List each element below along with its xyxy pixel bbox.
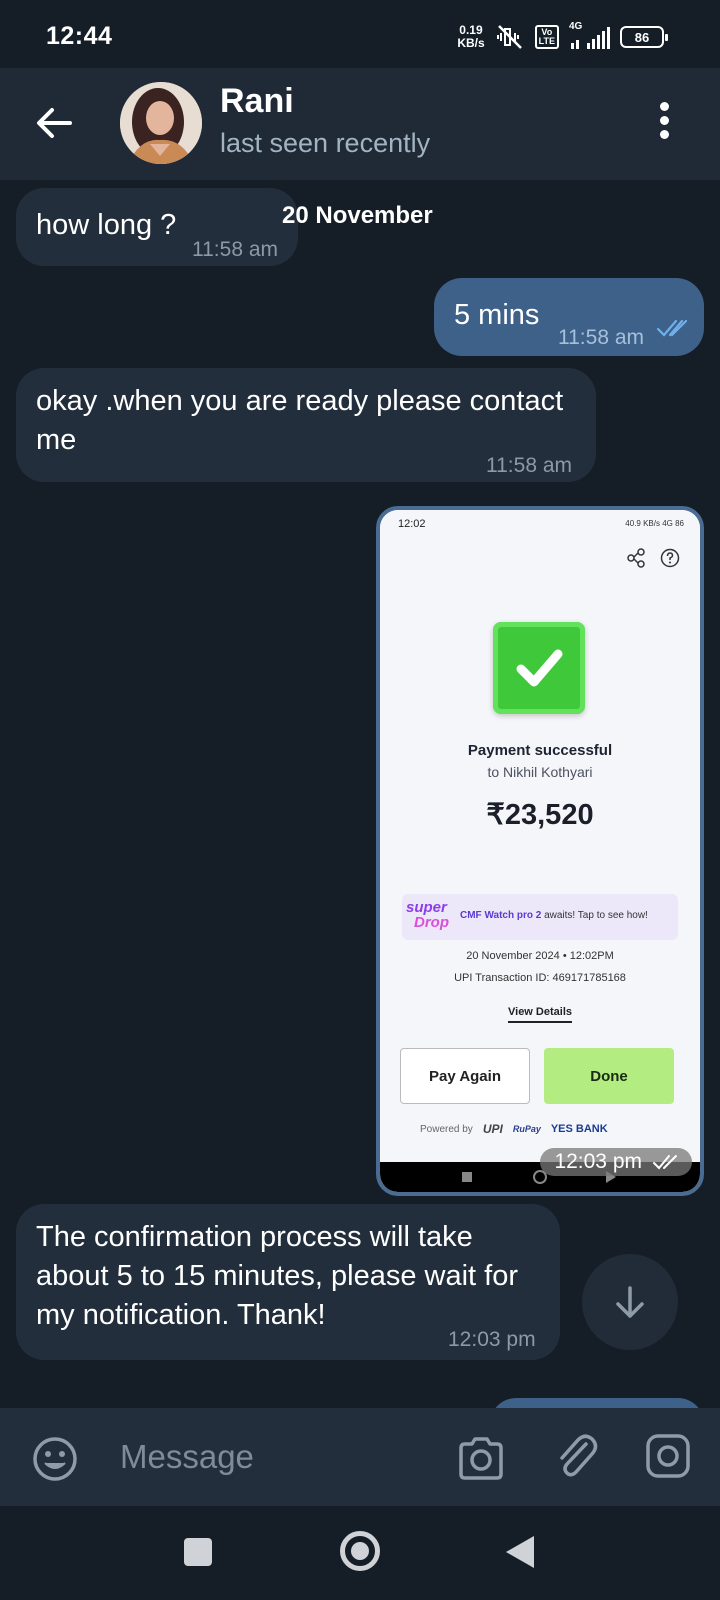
more-options-icon[interactable] <box>658 102 670 146</box>
date-divider: 20 November <box>282 202 433 229</box>
payment-amount: ₹23,520 <box>486 799 594 831</box>
image-time-badge: 12:03 pm <box>540 1148 692 1176</box>
payment-status: Payment successful <box>467 742 613 759</box>
message-text: 5 mins <box>454 299 540 331</box>
message-outgoing[interactable]: 5 mins 11:58 am <box>434 278 704 356</box>
chat-header: Rani last seen recently <box>0 68 720 180</box>
message-time: 11:58 am <box>558 326 644 349</box>
pay-again-button: Pay Again <box>400 1048 530 1104</box>
instagram-icon[interactable] <box>644 1432 692 1480</box>
view-details-link: View Details <box>380 1006 700 1023</box>
screenshot-status-icons: 40.9 KB/s 4G 86 <box>625 519 684 528</box>
promo-banner: super Drop CMF Watch pro 2 awaits! Tap t… <box>402 894 678 940</box>
help-icon <box>660 548 680 568</box>
message-text: The confirmation process will take about… <box>36 1221 519 1331</box>
message-input[interactable] <box>120 1430 420 1484</box>
message-incoming[interactable]: The confirmation process will take about… <box>16 1204 560 1360</box>
payment-date: 20 November 2024 • 12:02PM <box>466 950 614 962</box>
screenshot-actions <box>626 548 680 568</box>
powered-by-footer: Powered by UPI RuPay YES BANK <box>420 1122 608 1136</box>
back-arrow-icon[interactable] <box>30 98 80 148</box>
volte-icon: Vo LTE <box>534 25 559 49</box>
scroll-down-button[interactable] <box>582 1254 678 1350</box>
double-check-icon <box>656 319 688 337</box>
vibrate-mute-icon <box>496 25 522 49</box>
chat-area[interactable]: how long ? 11:58 am 20 November 5 mins 1… <box>0 180 720 1408</box>
status-icons: 0.19 KB/s Vo LTE 4G 86 <box>457 21 668 50</box>
system-nav-bar <box>0 1506 720 1600</box>
promo-text: CMF Watch pro 2 awaits! Tap to see how! <box>460 910 648 921</box>
message-time: 12:03 pm <box>448 1328 536 1351</box>
avatar[interactable] <box>120 82 202 164</box>
transaction-id: UPI Transaction ID: 469171785168 <box>454 972 626 984</box>
superdrop-logo: super Drop <box>406 899 449 931</box>
screenshot-status-time: 12:02 <box>398 518 426 530</box>
share-icon <box>627 548 645 568</box>
double-check-icon <box>653 1155 677 1170</box>
status-time: 12:44 <box>46 22 113 50</box>
network-speed: 0.19 KB/s <box>457 23 485 50</box>
success-check-icon <box>493 622 585 714</box>
back-icon[interactable] <box>506 1536 534 1568</box>
upi-logo: UPI <box>482 1122 503 1136</box>
contact-status: last seen recently <box>220 128 431 158</box>
payment-screenshot: 12:02 40.9 KB/s 4G 86 Payment successful… <box>380 510 700 1192</box>
message-composer <box>0 1408 720 1506</box>
status-bar: 12:44 0.19 KB/s Vo LTE 4G 86 <box>0 0 720 68</box>
arrow-down-icon <box>616 1286 644 1318</box>
message-time: 11:58 am <box>486 454 572 477</box>
battery-icon: 86 <box>620 26 668 48</box>
message-time: 11:58 am <box>192 238 278 261</box>
signal-icon: 4G <box>569 21 610 49</box>
payment-recipient: to Nikhil Kothyari <box>487 764 593 780</box>
emoji-icon[interactable] <box>32 1436 78 1482</box>
contact-name[interactable]: Rani <box>220 82 294 121</box>
message-incoming[interactable]: how long ? 11:58 am <box>16 188 298 266</box>
attach-icon[interactable] <box>552 1430 600 1482</box>
message-outgoing[interactable] <box>490 1398 704 1408</box>
rupay-logo: RuPay <box>512 1124 541 1134</box>
home-icon[interactable] <box>340 1531 380 1571</box>
camera-icon[interactable] <box>456 1434 506 1482</box>
done-button: Done <box>544 1048 674 1104</box>
message-text: how long ? <box>36 209 177 241</box>
message-incoming[interactable]: okay .when you are ready please contact … <box>16 368 596 482</box>
yes-bank-logo: YES BANK <box>550 1123 608 1135</box>
recents-icon[interactable] <box>184 1538 212 1566</box>
image-message[interactable]: 12:02 40.9 KB/s 4G 86 Payment successful… <box>376 506 704 1196</box>
